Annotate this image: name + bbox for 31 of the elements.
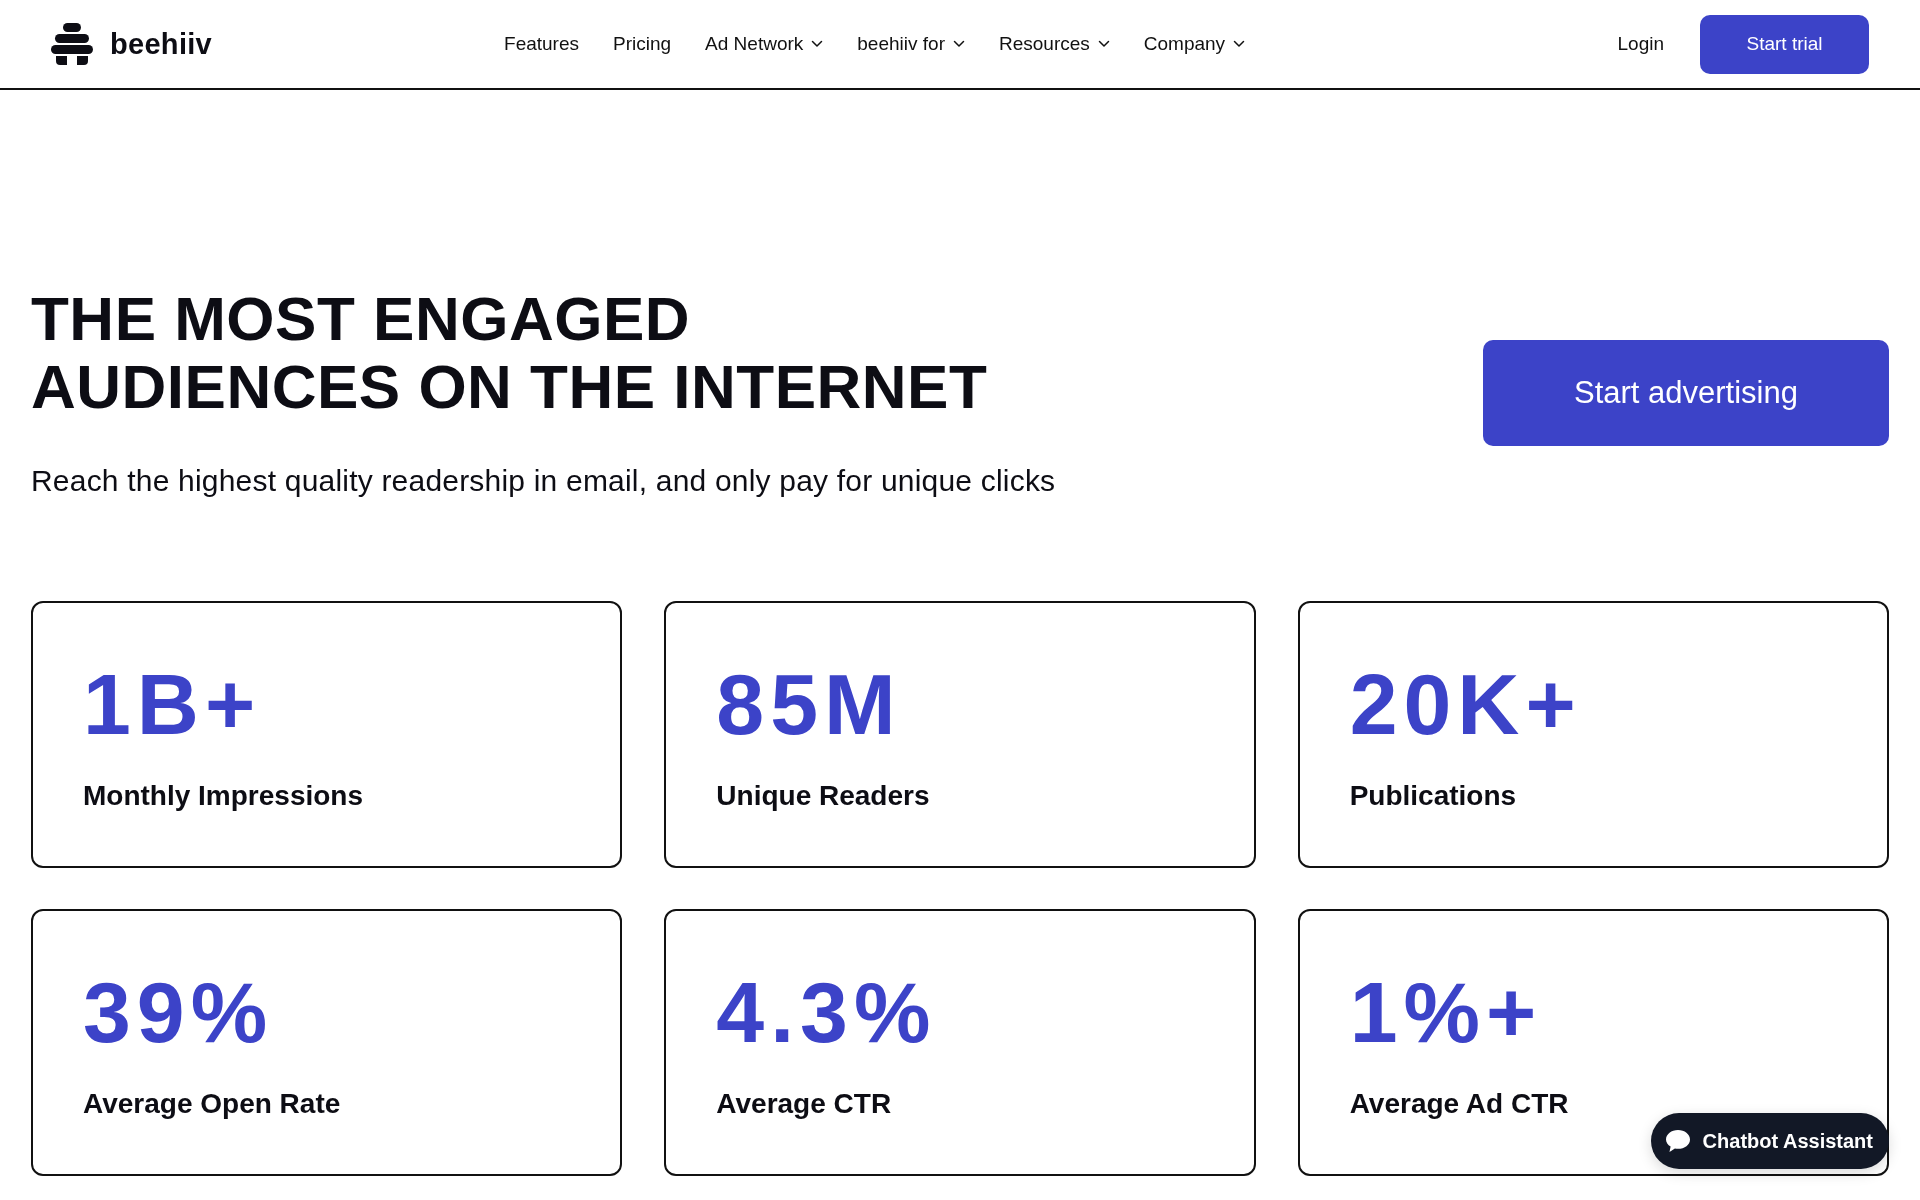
stat-label: Publications: [1349, 779, 1517, 813]
hero-subtitle: Reach the highest quality readership in email, and only pay for unique clicks: [31, 463, 1056, 499]
start-advertising-button[interactable]: Start advertising: [1483, 340, 1889, 446]
brand-name[interactable]: beehiiv: [110, 27, 213, 61]
login-link[interactable]: Login: [1617, 33, 1664, 55]
speech-bubble-icon: [1665, 1130, 1690, 1152]
nav-link[interactable]: Resources: [998, 33, 1110, 55]
chevron-down-icon: [811, 40, 824, 48]
nav-link[interactable]: Ad Network: [705, 33, 824, 55]
start-trial-button[interactable]: Start trial: [1700, 14, 1869, 74]
stat-value: 85M: [716, 661, 902, 747]
stat-label: Average Open Rate: [83, 1087, 341, 1121]
stat-value: 4.3%: [716, 969, 937, 1055]
stat-label: Unique Readers: [716, 779, 930, 813]
stat-value: 39%: [83, 969, 274, 1055]
chevron-down-icon: [1233, 40, 1246, 48]
stat-label: Average CTR: [716, 1087, 892, 1121]
chevron-down-icon: [952, 40, 965, 48]
chatbot-assistant-button[interactable]: Chatbot Assistant: [1650, 1113, 1889, 1169]
chevron-down-icon: [1097, 40, 1110, 48]
stat-value: 1%+: [1349, 969, 1543, 1055]
nav-link[interactable]: beehiiv for: [857, 33, 965, 55]
stat-value: 20K+: [1349, 661, 1582, 747]
nav-link[interactable]: Features: [504, 33, 579, 55]
stat-label: Monthly Impressions: [83, 779, 364, 813]
hero-heading: THE MOST ENGAGED AUDIENCES ON THE INTERNET: [31, 285, 989, 421]
nav-link[interactable]: Company: [1143, 33, 1246, 55]
stat-label: Average Ad CTR: [1349, 1087, 1569, 1121]
nav-link[interactable]: Pricing: [613, 33, 672, 55]
beehive-logo-icon[interactable]: [51, 23, 93, 65]
stat-value: 1B+: [83, 661, 262, 747]
